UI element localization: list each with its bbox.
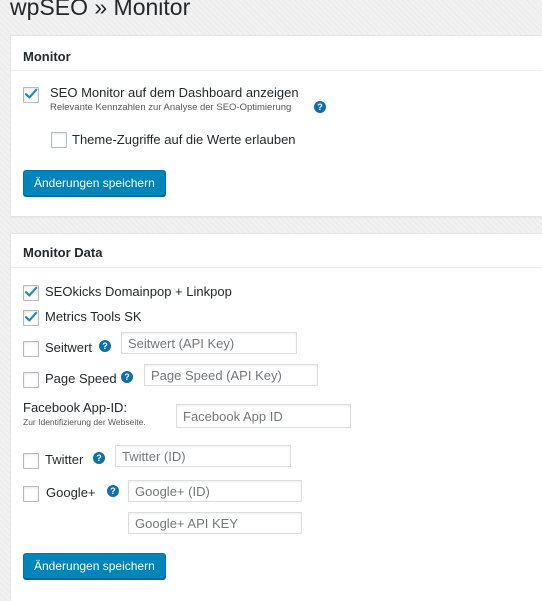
help-icon[interactable]: ? (314, 101, 326, 113)
monitor-data-panel-title: Monitor Data (23, 245, 103, 260)
pagespeed-api-key-input[interactable] (144, 364, 318, 386)
dashboard-checkbox[interactable] (23, 87, 39, 103)
seitwert-api-key-input[interactable] (121, 332, 297, 354)
help-icon[interactable]: ? (107, 485, 119, 497)
panel-divider (11, 267, 542, 268)
google-label: Google+ (46, 485, 96, 500)
seokicks-label: SEOkicks Domainpop + Linkpop (45, 284, 232, 299)
google-checkbox[interactable] (23, 486, 39, 502)
pagespeed-checkbox[interactable] (23, 372, 39, 388)
help-icon[interactable]: ? (121, 371, 133, 383)
twitter-label: Twitter (45, 452, 84, 467)
page-title: wpSEO » Monitor (10, 0, 191, 20)
facebook-label: Facebook App-ID: (23, 400, 128, 415)
seitwert-label: Seitwert (45, 340, 92, 355)
theme-access-label: Theme-Zugriffe auf die Werte erlauben (72, 132, 296, 147)
checkmark-icon (24, 286, 38, 297)
save-button[interactable]: Änderungen speichern (23, 170, 166, 196)
twitter-id-input[interactable] (115, 445, 291, 467)
metrics-checkbox[interactable] (23, 310, 39, 326)
monitor-panel-title: Monitor (23, 49, 71, 64)
facebook-description: Zur Identifizierung der Webseite. (23, 417, 146, 427)
seitwert-checkbox[interactable] (23, 341, 39, 357)
help-icon[interactable]: ? (93, 452, 105, 464)
theme-access-checkbox[interactable] (51, 132, 67, 148)
panel-divider (11, 70, 542, 71)
save-button[interactable]: Änderungen speichern (23, 553, 166, 579)
checkmark-icon (24, 88, 38, 99)
monitor-panel: Monitor SEO Monitor auf dem Dashboard an… (10, 35, 542, 217)
google-id-input[interactable] (128, 480, 302, 502)
seokicks-checkbox[interactable] (23, 285, 39, 301)
facebook-app-id-input[interactable] (176, 404, 351, 428)
google-api-key-input[interactable] (128, 512, 302, 534)
metrics-label: Metrics Tools SK (45, 309, 142, 324)
dashboard-description: Relevante Kennzahlen zur Analyse der SEO… (50, 102, 292, 113)
help-icon[interactable]: ? (99, 340, 111, 352)
dashboard-label: SEO Monitor auf dem Dashboard anzeigen (50, 85, 299, 100)
twitter-checkbox[interactable] (23, 453, 39, 469)
checkmark-icon (24, 311, 38, 322)
pagespeed-label: Page Speed (45, 371, 117, 386)
monitor-data-panel: Monitor Data SEOkicks Domainpop + Linkpo… (10, 233, 542, 601)
